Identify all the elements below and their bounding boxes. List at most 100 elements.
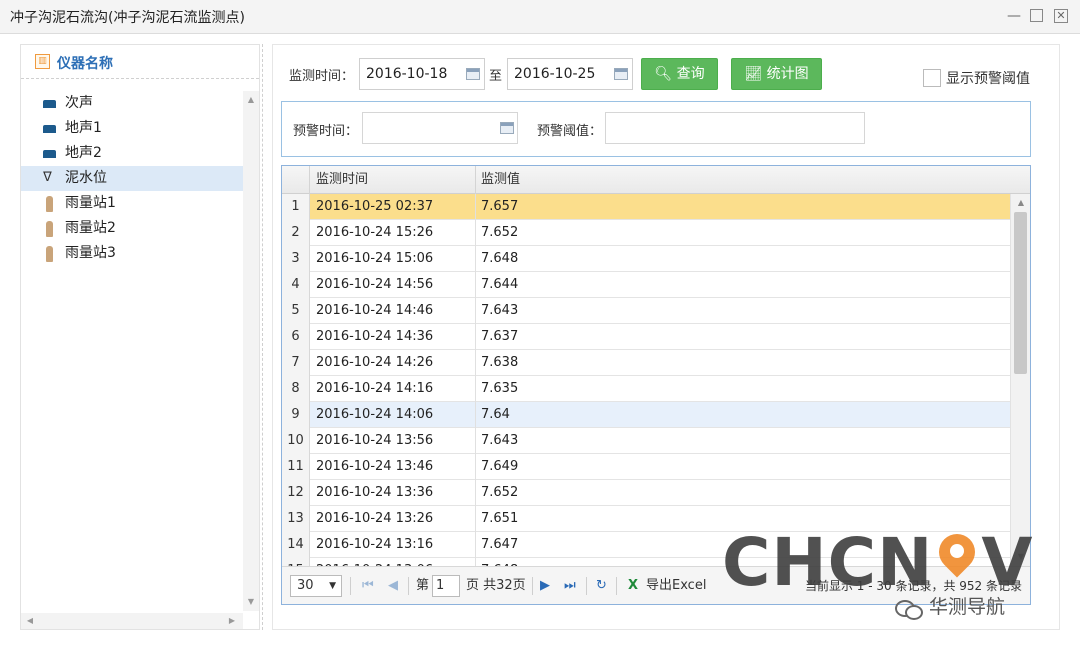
table-row[interactable]: 7 2016-10-24 14:26 7.638 xyxy=(282,350,1010,376)
sensor-icon xyxy=(43,125,56,133)
cell-monitor-value: 7.649 xyxy=(481,459,519,474)
to-label: 至 xyxy=(489,69,503,84)
chart-button[interactable]: 📈︎ 统计图 xyxy=(731,58,822,90)
show-threshold-label: 显示预警阈值 xyxy=(946,71,1030,87)
table-row[interactable]: 1 2016-10-25 02:37 7.657 xyxy=(282,194,1010,220)
scroll-thumb[interactable] xyxy=(1014,212,1027,374)
minimize-icon[interactable]: — xyxy=(1006,8,1022,24)
tree-vertical-scrollbar[interactable]: ▲ ▼ xyxy=(243,91,259,611)
chevron-down-icon: ▼ xyxy=(329,581,336,591)
tree-item-label: 雨量站2 xyxy=(65,220,116,236)
cell-monitor-time: 2016-10-25 02:37 xyxy=(310,194,476,220)
first-page-icon[interactable]: ⏮︎ xyxy=(362,577,374,595)
row-number: 9 xyxy=(282,402,310,428)
start-date-value: 2016-10-18 xyxy=(366,66,448,82)
warning-threshold-input[interactable] xyxy=(605,112,865,144)
row-number: 6 xyxy=(282,324,310,350)
close-icon[interactable]: ✕ xyxy=(1054,9,1068,23)
refresh-icon[interactable]: ↻ xyxy=(596,577,607,595)
row-number: 12 xyxy=(282,480,310,506)
tree-item-label: 泥水位 xyxy=(65,170,107,186)
current-page-input[interactable]: 1 xyxy=(432,575,460,597)
cell-monitor-time: 2016-10-24 14:36 xyxy=(310,324,476,350)
cell-monitor-value: 7.652 xyxy=(481,485,519,500)
table-row[interactable]: 8 2016-10-24 14:16 7.635 xyxy=(282,376,1010,402)
tree-item-ground-sound-2[interactable]: 地声2 xyxy=(21,141,243,166)
table-row[interactable]: 12 2016-10-24 13:36 7.652 xyxy=(282,480,1010,506)
show-threshold-checkbox[interactable] xyxy=(923,69,941,87)
page-total: 页 共32页 xyxy=(466,578,526,593)
tree-item-rain-gauge-2[interactable]: 雨量站2 xyxy=(21,216,243,241)
next-page-icon[interactable]: ▶ xyxy=(540,577,550,595)
rain-gauge-icon xyxy=(46,221,53,237)
tree-item-rain-gauge-1[interactable]: 雨量站1 xyxy=(21,191,243,216)
table-row[interactable]: 2 2016-10-24 15:26 7.652 xyxy=(282,220,1010,246)
prev-page-icon[interactable]: ◀ xyxy=(388,577,398,595)
cell-monitor-time: 2016-10-24 13:36 xyxy=(310,480,476,506)
mud-level-icon: ᐁ xyxy=(43,170,52,185)
grid-vertical-scrollbar[interactable]: ▲ ▼ xyxy=(1010,194,1030,566)
table-row[interactable]: 10 2016-10-24 13:56 7.643 xyxy=(282,428,1010,454)
calendar-icon[interactable] xyxy=(614,68,628,80)
maximize-icon[interactable] xyxy=(1030,9,1043,22)
row-number: 4 xyxy=(282,272,310,298)
scroll-up-icon[interactable]: ▲ xyxy=(243,93,259,107)
column-header-time[interactable]: 监测时间 xyxy=(310,166,476,194)
table-row[interactable]: 11 2016-10-24 13:46 7.649 xyxy=(282,454,1010,480)
cell-monitor-value: 7.64 xyxy=(481,407,510,422)
cell-monitor-time: 2016-10-24 13:46 xyxy=(310,454,476,480)
instrument-panel-header: ▥ 仪器名称 xyxy=(21,45,259,79)
calendar-icon[interactable] xyxy=(466,68,480,80)
table-row[interactable]: 5 2016-10-24 14:46 7.643 xyxy=(282,298,1010,324)
cell-monitor-value: 7.648 xyxy=(481,251,519,266)
instrument-tree: 次声 地声1 地声2 ᐁ 泥水位 雨量站1 雨量站2 雨量站3 xyxy=(21,91,243,266)
scroll-left-icon[interactable]: ◀ xyxy=(23,613,37,629)
tree-item-infrasound[interactable]: 次声 xyxy=(21,91,243,116)
end-date-input[interactable]: 2016-10-25 xyxy=(507,58,633,90)
last-page-icon[interactable]: ⏭︎ xyxy=(564,577,576,595)
wechat-watermark: 华测导航 xyxy=(895,592,1005,620)
row-number: 1 xyxy=(282,194,310,220)
row-number: 5 xyxy=(282,298,310,324)
tree-item-mud-level[interactable]: ᐁ 泥水位 xyxy=(21,166,243,191)
cell-monitor-time: 2016-10-24 13:26 xyxy=(310,506,476,532)
tree-item-rain-gauge-3[interactable]: 雨量站3 xyxy=(21,241,243,266)
location-pin-icon xyxy=(935,532,979,588)
monitor-time-label: 监测时间： xyxy=(289,69,355,84)
cell-monitor-time: 2016-10-24 13:16 xyxy=(310,532,476,558)
logo-text-start: CHCN xyxy=(722,524,934,601)
scroll-right-icon[interactable]: ▶ xyxy=(225,613,239,629)
tree-horizontal-scrollbar[interactable]: ◀ ▶ xyxy=(21,613,243,629)
instrument-list-icon: ▥ xyxy=(35,54,50,69)
table-row[interactable]: 4 2016-10-24 14:56 7.644 xyxy=(282,272,1010,298)
rain-gauge-icon xyxy=(46,246,53,262)
row-number: 13 xyxy=(282,506,310,532)
column-header-value[interactable]: 监测值 xyxy=(476,166,1030,194)
end-date-value: 2016-10-25 xyxy=(514,66,596,82)
wechat-icon xyxy=(895,598,923,620)
cell-monitor-time: 2016-10-24 14:16 xyxy=(310,376,476,402)
tree-item-ground-sound-1[interactable]: 地声1 xyxy=(21,116,243,141)
logo-text-end: V xyxy=(981,524,1034,601)
excel-icon[interactable]: X xyxy=(628,577,638,595)
table-row[interactable]: 6 2016-10-24 14:36 7.637 xyxy=(282,324,1010,350)
start-date-input[interactable]: 2016-10-18 xyxy=(359,58,485,90)
row-number: 8 xyxy=(282,376,310,402)
calendar-icon[interactable] xyxy=(500,122,514,134)
scroll-up-icon[interactable]: ▲ xyxy=(1011,196,1030,210)
tree-item-label: 雨量站3 xyxy=(65,245,116,261)
table-row[interactable]: 9 2016-10-24 14:06 7.64 xyxy=(282,402,1010,428)
scroll-down-icon[interactable]: ▼ xyxy=(243,595,259,609)
cell-monitor-value: 7.643 xyxy=(481,433,519,448)
panel-divider[interactable] xyxy=(262,44,263,630)
cell-monitor-time: 2016-10-24 15:06 xyxy=(310,246,476,272)
export-excel-button[interactable]: 导出Excel xyxy=(646,577,706,595)
line-chart-icon: 📈︎ xyxy=(744,66,763,82)
row-number: 2 xyxy=(282,220,310,246)
warning-time-input[interactable] xyxy=(362,112,518,144)
row-number: 14 xyxy=(282,532,310,558)
query-button[interactable]: 🔍︎ 查询 xyxy=(641,58,718,90)
page-size-select[interactable]: 30 ▼ xyxy=(290,575,342,597)
table-row[interactable]: 3 2016-10-24 15:06 7.648 xyxy=(282,246,1010,272)
cell-monitor-time: 2016-10-24 14:56 xyxy=(310,272,476,298)
